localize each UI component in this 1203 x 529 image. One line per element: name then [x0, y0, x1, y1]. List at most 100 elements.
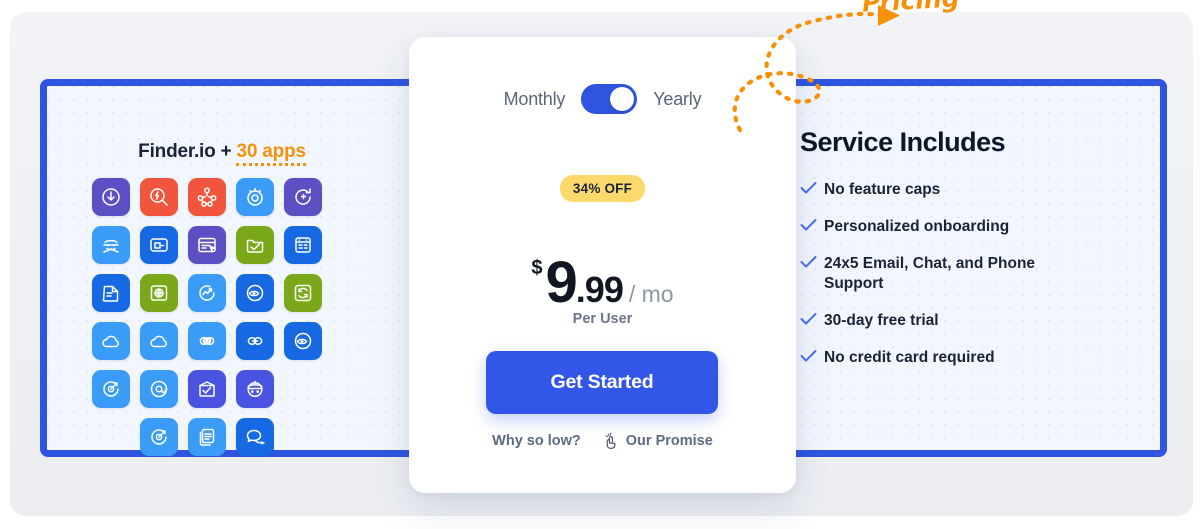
app-icon-23[interactable] [188, 370, 226, 408]
app-icon-13[interactable] [188, 274, 226, 312]
chat-bubbles-icon [243, 425, 267, 449]
clipboard-list-icon [291, 233, 315, 257]
target-arrow-icon [147, 425, 171, 449]
app-icon-27[interactable] [236, 418, 274, 456]
folder-check-icon [243, 233, 267, 257]
search-bolt-icon [147, 185, 171, 209]
document-fold-icon [99, 281, 123, 305]
brand-name: Finder.io [138, 141, 216, 162]
app-icon-7[interactable] [140, 226, 178, 264]
globe-frame-icon [147, 281, 171, 305]
check-icon [800, 181, 824, 201]
eye-refresh-icon [243, 281, 267, 305]
service-item: 30-day free trial [800, 311, 1100, 332]
toggle-label-monthly[interactable]: Monthly [504, 89, 566, 110]
service-includes-list: No feature caps Personalized onboarding 24… [800, 180, 1100, 385]
app-icon-10[interactable] [284, 226, 322, 264]
apps-area: Finder.io +30 apps [47, 86, 417, 464]
price-currency: $ [531, 257, 543, 279]
cloud-icon [147, 329, 171, 353]
price-block: $9.99/ mo [409, 249, 796, 316]
app-icon-14[interactable] [236, 274, 274, 312]
app-icon-2[interactable] [140, 178, 178, 216]
app-icon-25[interactable] [140, 418, 178, 456]
target-sparkle-icon [243, 185, 267, 209]
link-chain-icon [243, 329, 267, 353]
infinity-icon [195, 329, 219, 353]
app-icon-8[interactable] [188, 226, 226, 264]
apps-count: 30 apps [236, 141, 306, 166]
service-item: No credit card required [800, 348, 1100, 369]
app-icon-21[interactable] [92, 370, 130, 408]
get-started-button[interactable]: Get Started [486, 351, 718, 414]
discount-badge-wrap: 34% OFF [409, 175, 796, 202]
browser-click-icon [195, 233, 219, 257]
target-arrow-icon [99, 377, 123, 401]
app-icon-9[interactable] [236, 226, 274, 264]
cloud-icon [99, 329, 123, 353]
service-includes-section: Service Includes No feature caps Personal… [800, 86, 1160, 464]
apps-icon-grid [92, 178, 362, 408]
app-icon-24[interactable] [236, 370, 274, 408]
eye-refresh-icon [291, 329, 315, 353]
copy-docs-icon [195, 425, 219, 449]
pricing-card: Monthly Yearly 34% OFF $9.99/ mo Per Use… [409, 37, 796, 493]
service-item-label: Personalized onboarding [824, 218, 1010, 236]
app-icon-15[interactable] [284, 274, 322, 312]
billing-toggle-row: Monthly Yearly [409, 84, 796, 114]
check-icon [800, 349, 824, 369]
refresh-plus-icon [291, 185, 315, 209]
app-icon-5[interactable] [284, 178, 322, 216]
service-item: 24x5 Email, Chat, and Phone Support [800, 254, 1100, 294]
chart-curve-icon [195, 281, 219, 305]
toggle-label-yearly[interactable]: Yearly [653, 89, 701, 110]
service-item-label: 24x5 Email, Chat, and Phone Support [824, 255, 1036, 293]
price-integer: 9 [545, 250, 578, 315]
check-icon [800, 218, 824, 238]
device-window-icon [147, 233, 171, 257]
price-decimal: .99 [575, 269, 624, 310]
price-period: / mo [628, 281, 674, 307]
service-item-label: 30-day free trial [824, 311, 939, 329]
our-promise-label: Our Promise [625, 433, 713, 449]
app-icon-1[interactable] [92, 178, 130, 216]
app-icon-18[interactable] [188, 322, 226, 360]
at-sign-icon [147, 377, 171, 401]
molecule-icon [195, 185, 219, 209]
why-so-low-label: Why so low? [492, 433, 581, 449]
pricing-sublinks: Why so low? Our Promise [409, 432, 796, 450]
screenshot-root: Finder.io +30 apps Service Includes No fe… [0, 0, 1203, 529]
plus-sign: + [220, 141, 232, 162]
download-clock-icon [99, 185, 123, 209]
app-icon-11[interactable] [92, 274, 130, 312]
price-per-user: Per User [572, 311, 633, 327]
app-icon-12[interactable] [140, 274, 178, 312]
why-so-low-link[interactable]: Why so low? [492, 433, 581, 449]
app-icon-19[interactable] [236, 322, 274, 360]
app-icon-6[interactable] [92, 226, 130, 264]
app-icon-3[interactable] [188, 178, 226, 216]
toggle-knob [610, 87, 635, 111]
hand-promise-icon [603, 432, 620, 450]
check-icon [800, 312, 824, 332]
service-includes-title: Service Includes [800, 127, 1006, 157]
app-icon-16[interactable] [92, 322, 130, 360]
service-item: Personalized onboarding [800, 217, 1100, 238]
service-item: No feature caps [800, 180, 1100, 201]
service-item-label: No credit card required [824, 348, 995, 366]
sync-frame-icon [291, 281, 315, 305]
app-icon-20[interactable] [284, 322, 322, 360]
ninja-icon [99, 233, 123, 257]
our-promise-link[interactable]: Our Promise [603, 432, 713, 450]
discount-badge: 34% OFF [559, 175, 646, 202]
apps-icon-grid-last-row [140, 418, 320, 456]
billing-period-toggle[interactable] [581, 84, 638, 114]
app-icon-17[interactable] [140, 322, 178, 360]
bot-face-icon [243, 377, 267, 401]
apps-heading: Finder.io +30 apps [47, 141, 397, 166]
app-icon-22[interactable] [140, 370, 178, 408]
app-icon-4[interactable] [236, 178, 274, 216]
service-item-label: No feature caps [824, 181, 941, 198]
check-icon [800, 255, 824, 275]
app-icon-26[interactable] [188, 418, 226, 456]
